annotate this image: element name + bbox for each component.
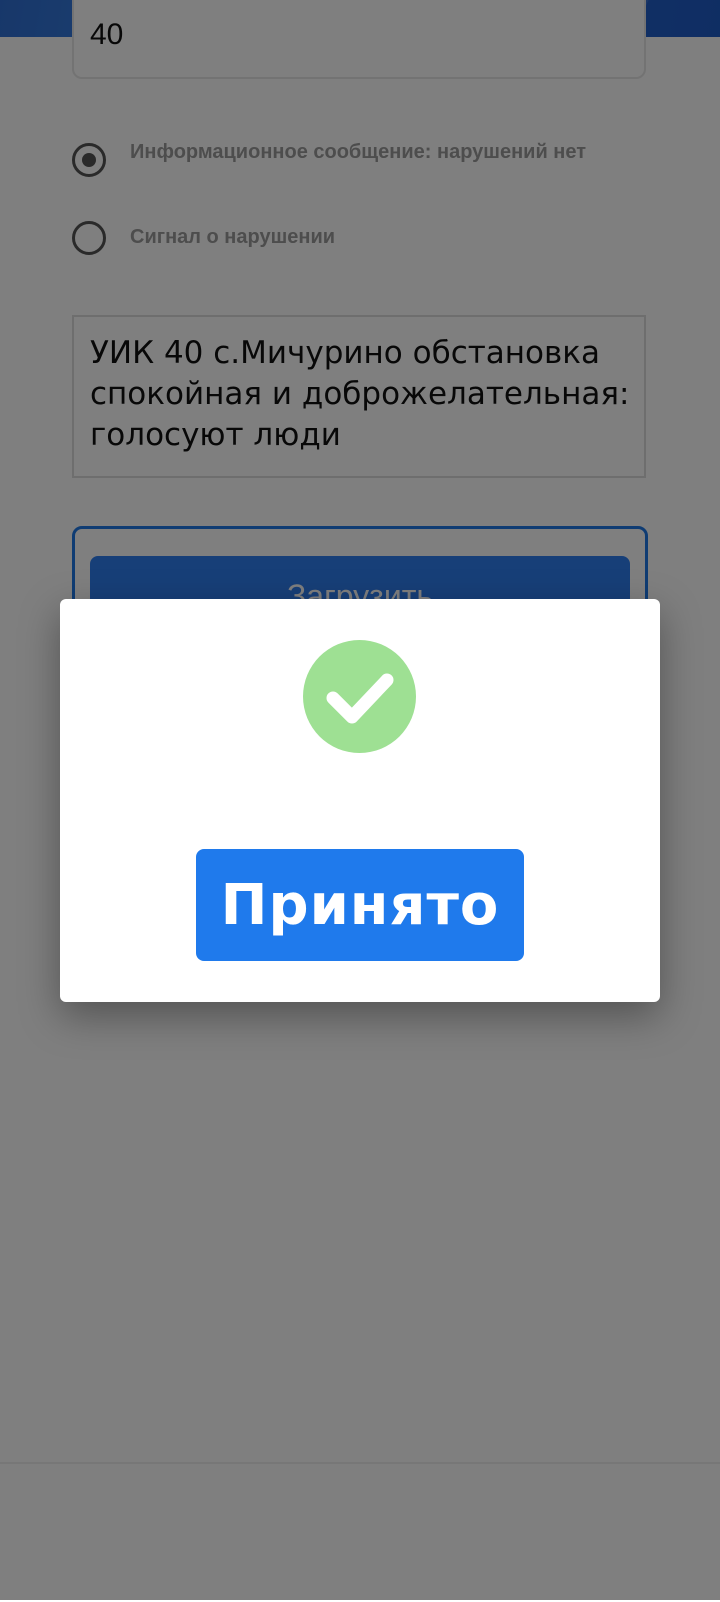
accept-button-label: Принято [220, 873, 500, 938]
accept-button[interactable]: Принято [196, 849, 524, 961]
success-dialog: Принято [60, 599, 660, 1002]
check-circle-icon [303, 640, 416, 753]
